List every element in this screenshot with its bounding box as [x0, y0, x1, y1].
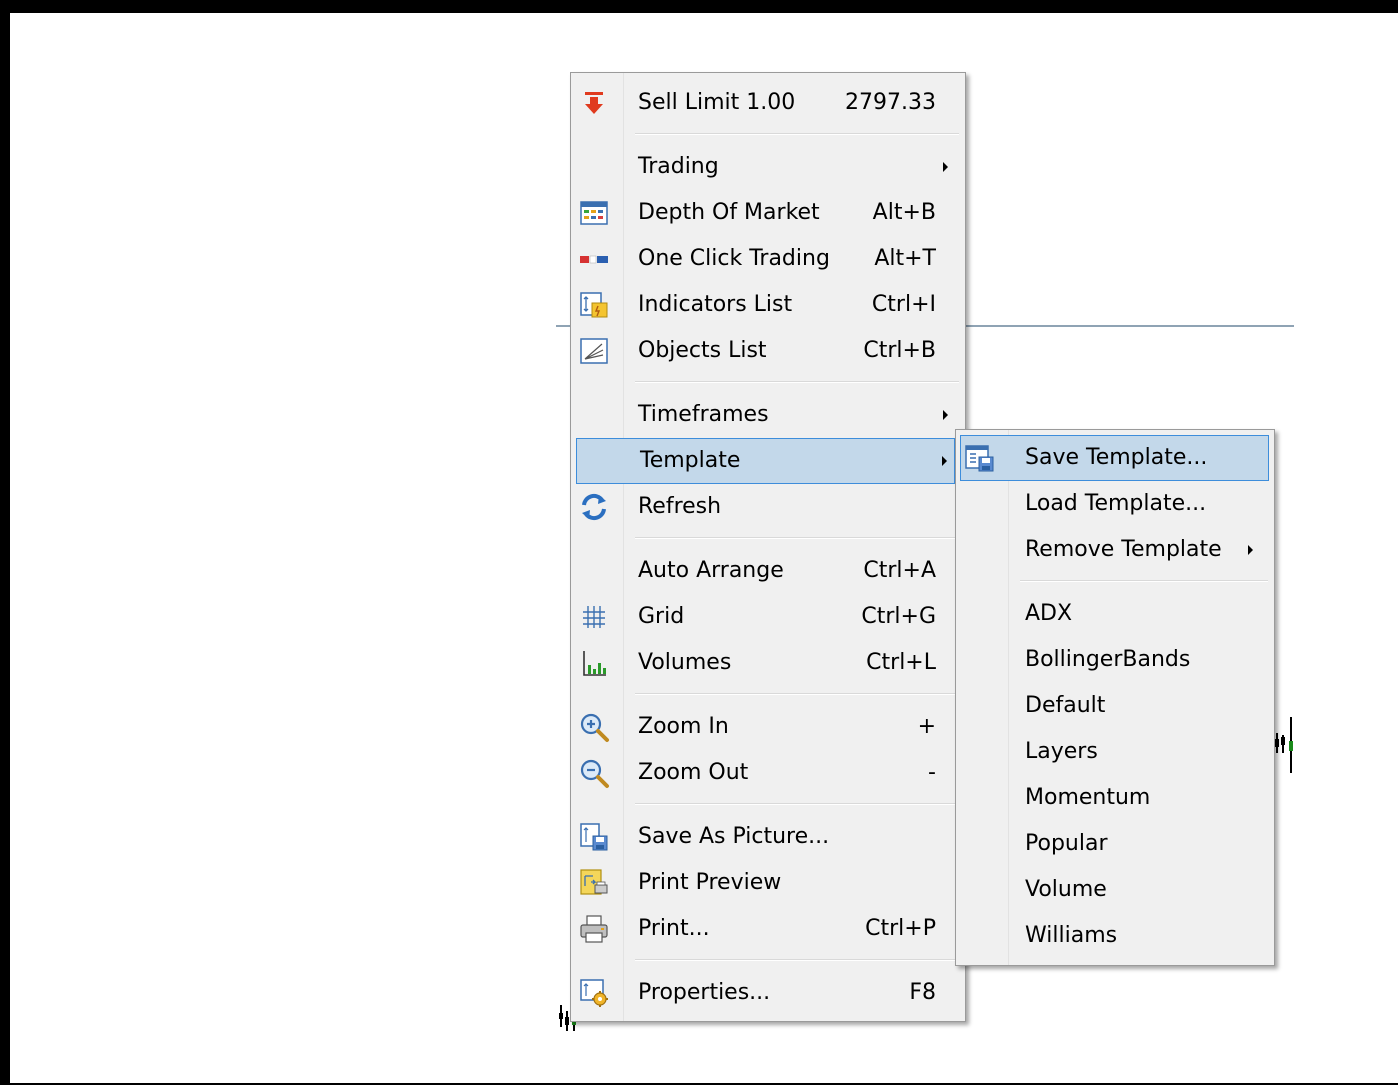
menu-separator	[635, 959, 959, 961]
menu-separator	[635, 133, 959, 135]
submenu-item-load-template[interactable]: Load Template...	[959, 482, 1271, 526]
submenu-item-template-volume[interactable]: Volume	[959, 868, 1271, 912]
printer-icon	[580, 915, 608, 943]
menu-item-indicators-list[interactable]: Indicators List Ctrl+I	[574, 283, 962, 327]
submenu-item-template-bollingerbands[interactable]: BollingerBands	[959, 638, 1271, 682]
menu-item-trading[interactable]: Trading	[574, 145, 962, 189]
submenu-item-label: Popular	[1025, 831, 1108, 856]
indicators-list-icon	[580, 292, 608, 318]
zoom-out-icon	[580, 759, 609, 788]
menu-separator	[635, 803, 959, 805]
save-picture-icon	[580, 823, 608, 851]
menu-item-label: Refresh	[638, 494, 722, 519]
submenu-item-template-williams[interactable]: Williams	[959, 914, 1271, 958]
menu-item-label: Volumes	[638, 650, 732, 675]
menu-item-print-preview[interactable]: Print Preview	[574, 861, 962, 905]
menu-item-timeframes[interactable]: Timeframes	[574, 393, 962, 437]
submenu-arrow-icon	[943, 410, 948, 420]
window-frame: Sell Limit 1.00 2797.33 Trading Depth Of…	[0, 0, 1398, 1085]
submenu-item-template-momentum[interactable]: Momentum	[959, 776, 1271, 820]
submenu-item-label: Save Template...	[1025, 445, 1208, 470]
menu-item-shortcut: -	[928, 760, 936, 785]
menu-item-label: Trading	[638, 154, 719, 179]
submenu-arrow-icon	[943, 162, 948, 172]
submenu-item-label: Remove Template	[1025, 537, 1222, 562]
submenu-item-label: Layers	[1025, 739, 1098, 764]
chart-context-menu: Sell Limit 1.00 2797.33 Trading Depth Of…	[570, 72, 966, 1022]
depth-of-market-icon	[580, 201, 608, 225]
menu-item-shortcut: Ctrl+B	[863, 338, 936, 363]
menu-item-shortcut: Alt+T	[874, 246, 936, 271]
menu-item-template[interactable]: Template	[576, 438, 955, 484]
menu-item-zoom-in[interactable]: Zoom In +	[574, 705, 962, 749]
menu-item-objects-list[interactable]: Objects List Ctrl+B	[574, 329, 962, 373]
menu-item-label: Properties...	[638, 980, 771, 1005]
submenu-arrow-icon	[942, 456, 947, 466]
save-template-icon	[965, 445, 994, 472]
menu-item-label: Print...	[638, 916, 710, 941]
zoom-in-icon	[580, 713, 609, 742]
menu-item-properties[interactable]: Properties... F8	[574, 971, 962, 1015]
menu-item-shortcut: Alt+B	[872, 200, 936, 225]
submenu-item-label: ADX	[1025, 601, 1073, 626]
menu-item-label: Auto Arrange	[638, 558, 784, 583]
menu-separator	[635, 381, 959, 383]
one-click-trading-icon	[580, 255, 608, 264]
objects-list-icon	[580, 338, 608, 364]
menu-item-label: Grid	[638, 604, 685, 629]
submenu-item-template-default[interactable]: Default	[959, 684, 1271, 728]
submenu-item-template-popular[interactable]: Popular	[959, 822, 1271, 866]
menu-item-label: Timeframes	[638, 402, 769, 427]
menu-item-auto-arrange[interactable]: Auto Arrange Ctrl+A	[574, 549, 962, 593]
menu-item-shortcut: Ctrl+A	[863, 558, 936, 583]
menu-item-label: Save As Picture...	[638, 824, 830, 849]
menu-item-refresh[interactable]: Refresh	[574, 485, 962, 529]
menu-item-shortcut: +	[917, 714, 936, 739]
properties-icon	[580, 979, 608, 1007]
menu-item-label: Zoom In	[638, 714, 729, 739]
submenu-item-label: Volume	[1025, 877, 1107, 902]
submenu-item-label: Default	[1025, 693, 1106, 718]
volumes-icon	[583, 651, 606, 676]
menu-item-shortcut: Ctrl+I	[871, 292, 936, 317]
submenu-item-label: Momentum	[1025, 785, 1151, 810]
print-preview-icon	[580, 869, 608, 895]
menu-item-shortcut: Ctrl+L	[866, 650, 936, 675]
menu-item-shortcut: 2797.33	[845, 90, 936, 115]
menu-item-label: Depth Of Market	[638, 200, 820, 225]
submenu-item-save-template[interactable]: Save Template...	[960, 435, 1269, 481]
menu-item-save-as-picture[interactable]: Save As Picture...	[574, 815, 962, 859]
menu-item-one-click-trading[interactable]: One Click Trading Alt+T	[574, 237, 962, 281]
menu-item-shortcut: F8	[909, 980, 936, 1005]
menu-item-label: Sell Limit 1.00	[638, 90, 796, 115]
sell-limit-icon	[585, 92, 603, 114]
menu-item-shortcut: Ctrl+P	[865, 916, 936, 941]
refresh-icon	[582, 493, 606, 521]
submenu-item-label: Williams	[1025, 923, 1118, 948]
menu-item-zoom-out[interactable]: Zoom Out -	[574, 751, 962, 795]
menu-item-grid[interactable]: Grid Ctrl+G	[574, 595, 962, 639]
submenu-item-label: Load Template...	[1025, 491, 1207, 516]
menu-item-label: Objects List	[638, 338, 767, 363]
menu-separator	[635, 537, 959, 539]
menu-item-sell-limit[interactable]: Sell Limit 1.00 2797.33	[574, 81, 962, 125]
template-submenu: Save Template... Load Template... Remove…	[955, 429, 1275, 966]
menu-item-volumes[interactable]: Volumes Ctrl+L	[574, 641, 962, 685]
submenu-item-template-layers[interactable]: Layers	[959, 730, 1271, 774]
menu-item-print[interactable]: Print... Ctrl+P	[574, 907, 962, 951]
submenu-item-label: BollingerBands	[1025, 647, 1191, 672]
submenu-item-template-adx[interactable]: ADX	[959, 592, 1271, 636]
menu-item-label: Print Preview	[638, 870, 782, 895]
menu-separator	[635, 693, 959, 695]
menu-item-label: Template	[640, 448, 741, 473]
menu-item-shortcut: Ctrl+G	[861, 604, 936, 629]
grid-icon	[583, 606, 605, 628]
submenu-item-remove-template[interactable]: Remove Template	[959, 528, 1271, 572]
menu-separator	[1020, 580, 1268, 582]
menu-item-label: Indicators List	[638, 292, 793, 317]
menu-item-label: One Click Trading	[638, 246, 830, 271]
submenu-arrow-icon	[1248, 545, 1253, 555]
menu-item-depth-of-market[interactable]: Depth Of Market Alt+B	[574, 191, 962, 235]
menu-item-label: Zoom Out	[638, 760, 749, 785]
